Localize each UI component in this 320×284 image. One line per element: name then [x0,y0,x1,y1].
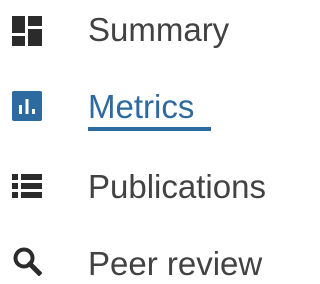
nav-item-label: Peer review [88,245,263,282]
nav-item-publications[interactable]: Publications [0,157,295,217]
nav-item-label: Summary [88,11,230,48]
dashboard-icon [12,16,42,46]
side-navigation: Summary Metrics Publications Peer review [0,0,295,284]
list-icon [12,171,42,201]
nav-item-metrics[interactable]: Metrics [0,80,295,140]
nav-item-label: Publications [88,168,266,205]
active-indicator [88,127,211,131]
search-icon [12,246,42,276]
nav-item-peer-review[interactable]: Peer review [0,226,295,284]
bar-chart-icon [12,91,42,121]
nav-item-summary[interactable]: Summary [0,0,295,60]
nav-item-label: Metrics [88,88,195,125]
